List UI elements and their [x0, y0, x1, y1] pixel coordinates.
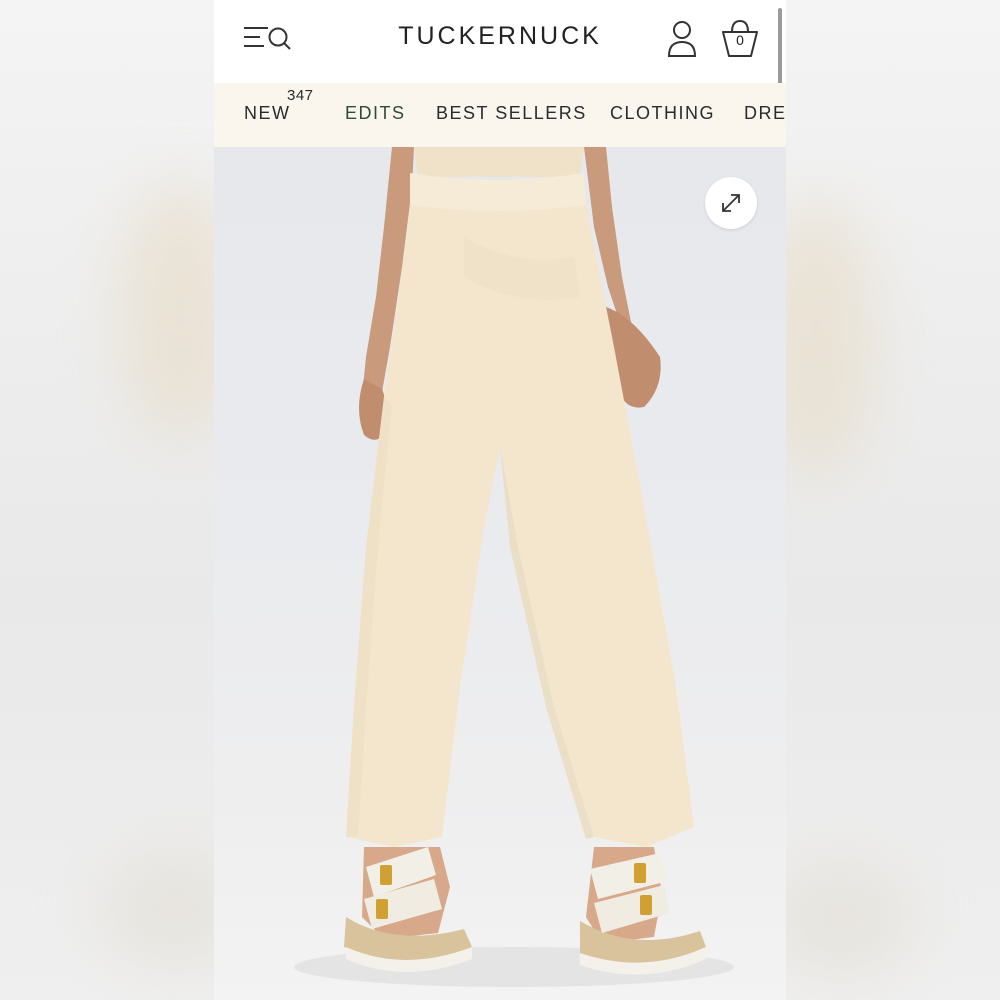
nav-item-best-sellers[interactable]: BEST SELLERS — [436, 103, 587, 124]
expand-image-button[interactable] — [705, 177, 757, 229]
expand-icon — [722, 194, 740, 212]
brand-logo[interactable]: TUCKERNUCK — [214, 22, 786, 51]
product-photo-illustration — [294, 147, 734, 987]
nav-item-dresses[interactable]: DRES — [744, 103, 786, 124]
nav-item-new[interactable]: NEW — [244, 103, 291, 124]
nav-new-count-badge: 347 — [287, 87, 314, 104]
shopping-bag-icon[interactable]: 0 — [720, 18, 760, 60]
backdrop-left — [0, 0, 250, 1000]
nav-item-edits[interactable]: EDITS — [345, 103, 406, 124]
bag-count: 0 — [736, 32, 744, 48]
product-image[interactable] — [214, 147, 786, 1000]
nav-item-clothing[interactable]: CLOTHING — [610, 103, 715, 124]
backdrop-right — [756, 0, 1000, 1000]
category-nav: NEW 347 EDITS BEST SELLERS CLOTHING DRES — [214, 83, 786, 147]
mobile-page: TUCKERNUCK 0 NEW 347 EDITS BEST SELLERS … — [214, 0, 786, 1000]
site-header: TUCKERNUCK 0 — [214, 0, 786, 108]
account-icon[interactable] — [666, 20, 698, 58]
